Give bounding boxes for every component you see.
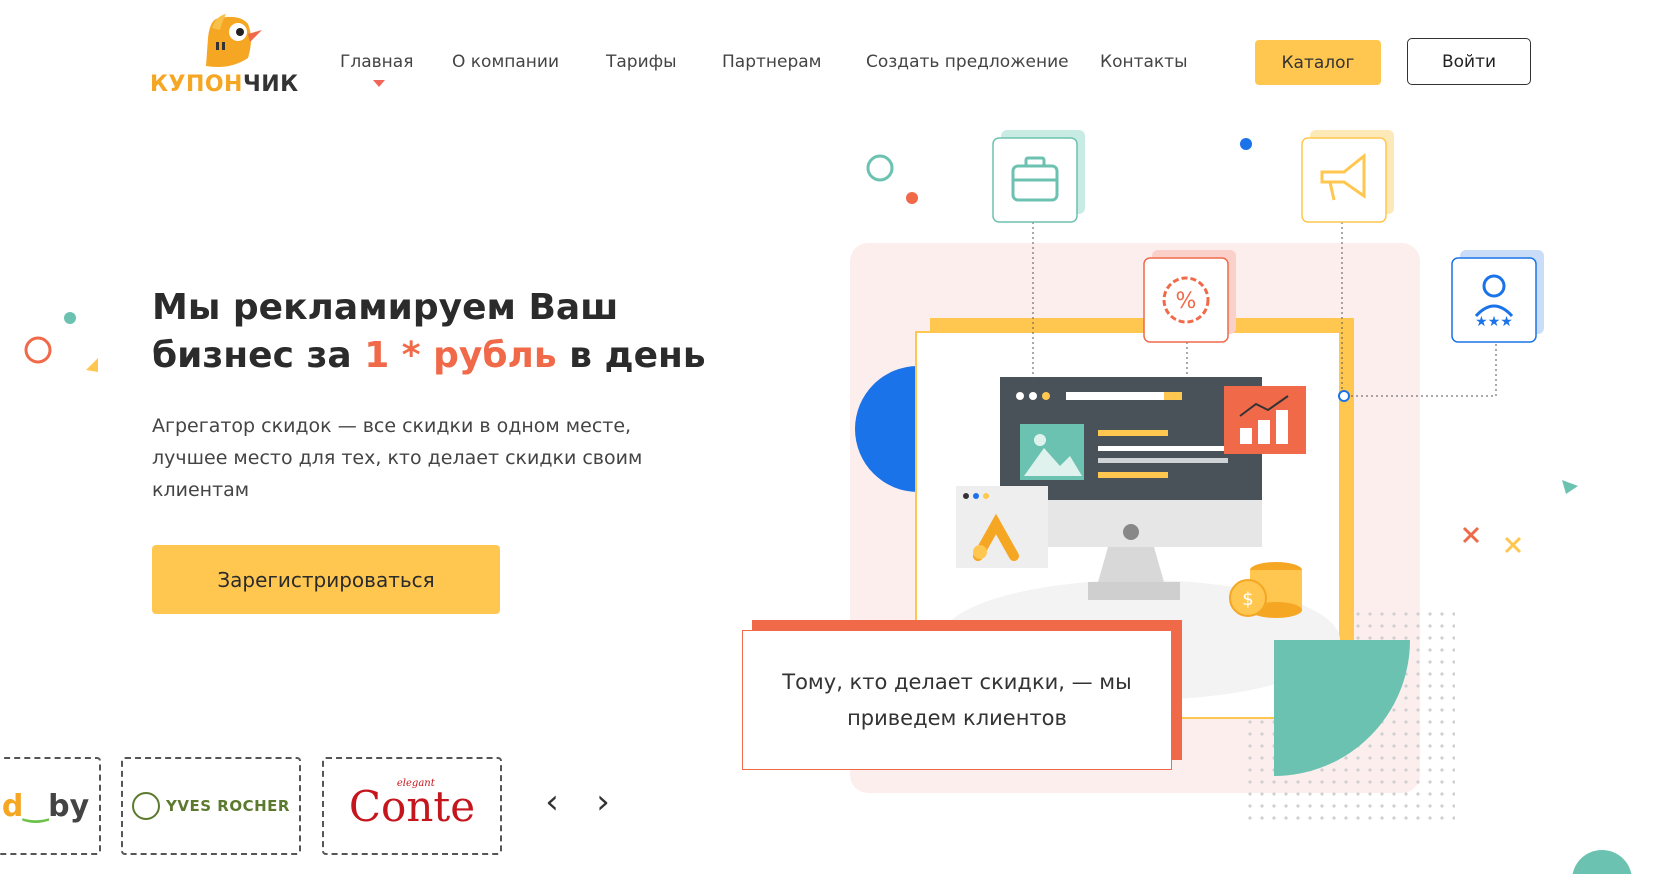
partner-dby-rest: by <box>48 788 90 824</box>
partner-yves-rocher-text: YVES ROCHER <box>166 797 290 815</box>
coin-symbol: $ <box>1242 589 1253 610</box>
partner-conte-small: elegant <box>396 777 435 789</box>
briefcase-card <box>992 130 1085 223</box>
login-button[interactable]: Войти <box>1407 38 1531 85</box>
partner-conte-text: elegant Conte <box>348 778 476 831</box>
percent-symbol: % <box>1176 289 1197 314</box>
hero-title: Мы рекламируем Ваш бизнес за 1 * рубль в… <box>152 284 712 380</box>
nav-item-create-offer[interactable]: Создать предложение <box>866 52 1069 72</box>
partner-logo-dby[interactable]: d‿by <box>0 757 101 855</box>
partner-dby-text: d‿by <box>2 789 89 824</box>
megaphone-card <box>1301 130 1394 223</box>
active-caret-icon <box>373 80 385 87</box>
smile-icon: ‿ <box>23 788 49 824</box>
quote-box: Тому, кто делает скидки, — мы приведем к… <box>742 630 1172 770</box>
catalog-button[interactable]: Каталог <box>1255 40 1381 85</box>
hero-title-line1: Мы рекламируем Ваш <box>152 287 619 328</box>
hero-title-line2-post: в день <box>556 335 706 376</box>
leaf-icon <box>132 792 161 820</box>
user-rating-card: ★★★ <box>1451 250 1544 343</box>
nav-item-about[interactable]: О компании <box>452 52 559 72</box>
partner-dby-d: d <box>1 788 24 824</box>
nav-item-tariffs[interactable]: Тарифы <box>606 52 677 72</box>
nav-item-contacts[interactable]: Контакты <box>1100 52 1188 72</box>
hero-title-accent: 1 * рубль <box>364 335 557 376</box>
decor-left-shapes <box>24 312 98 372</box>
nav-item-partners[interactable]: Партнерам <box>722 52 822 72</box>
register-button[interactable]: Зарегистрироваться <box>152 545 500 614</box>
partner-conte-name: Conte <box>348 781 476 831</box>
hero-subtitle: Агрегатор скидок — все скидки в одном ме… <box>152 415 643 501</box>
main-nav: Главная О компании Тарифы Партнерам Созд… <box>0 0 1668 124</box>
partner-logo-conte[interactable]: elegant Conte <box>322 757 502 855</box>
partner-logo-yves-rocher[interactable]: YVES ROCHER <box>121 757 301 855</box>
percent-card: % <box>1143 250 1236 343</box>
carousel-prev-button[interactable]: ‹ <box>537 782 567 822</box>
carousel-next-button[interactable]: › <box>588 782 618 822</box>
svg-text:★★★: ★★★ <box>1475 314 1513 330</box>
hero-title-line2-pre: бизнес за <box>152 335 365 376</box>
nav-item-home[interactable]: Главная <box>340 52 413 72</box>
